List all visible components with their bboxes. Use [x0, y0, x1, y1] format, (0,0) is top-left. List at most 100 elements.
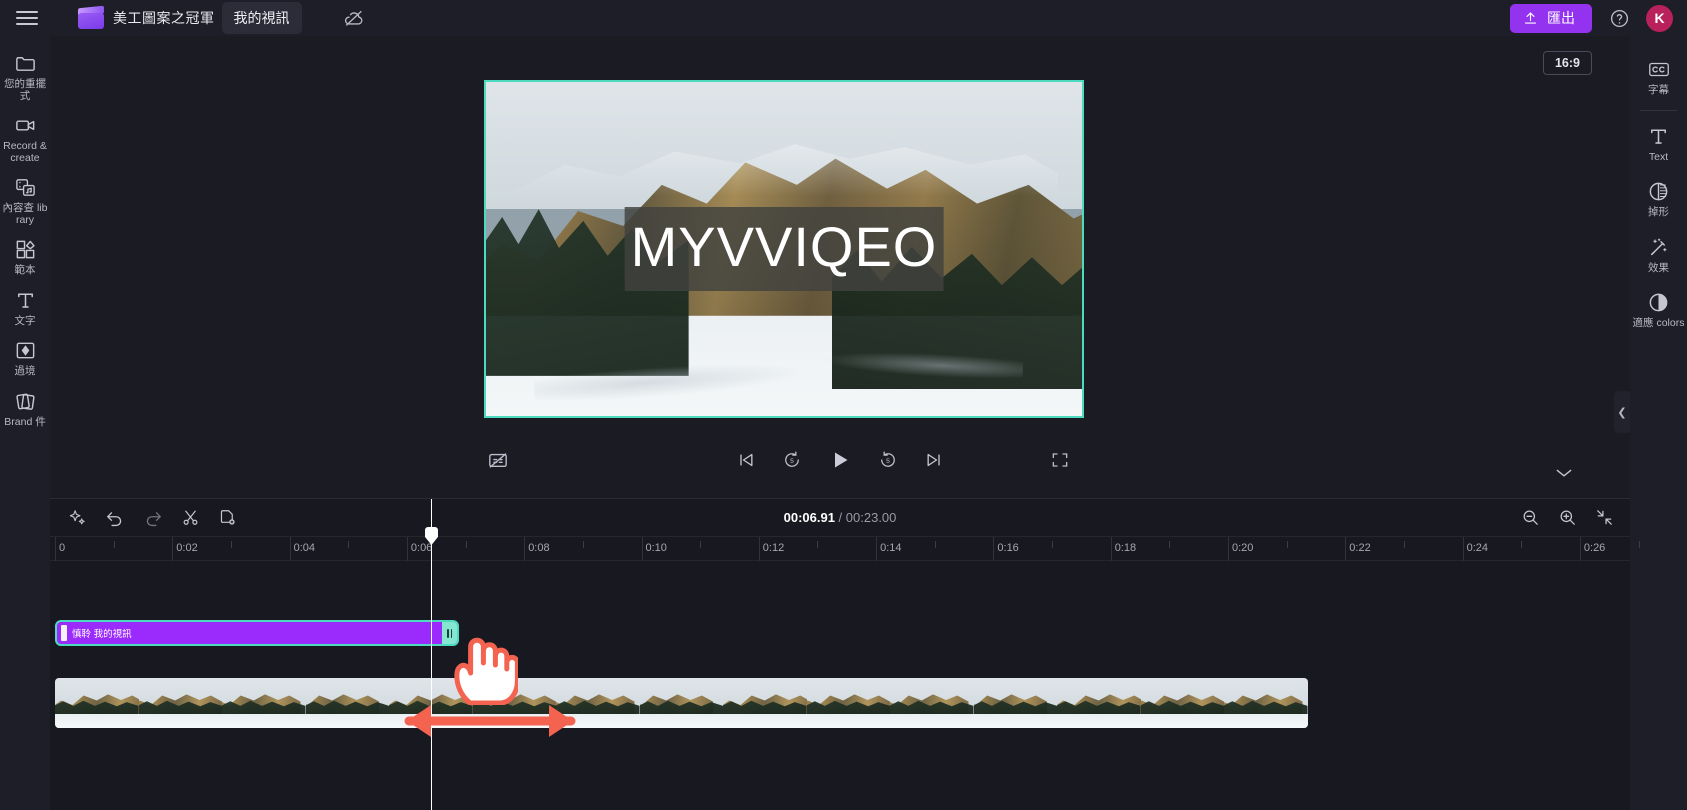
- sidebar-item-captions[interactable]: 字幕: [1630, 48, 1687, 104]
- timeline-playhead[interactable]: [425, 499, 438, 810]
- video-thumbnail: [305, 678, 389, 728]
- top-bar: 美工圖案之冠軍 我的視訊 匯出 K: [0, 0, 1687, 36]
- video-thumbnail: [222, 678, 306, 728]
- video-thumbnail: [55, 678, 139, 728]
- transitions-icon: [14, 338, 37, 363]
- text-clip-label: 慎聆 我的視訊: [72, 629, 132, 640]
- ruler-tick-label: 0:08: [528, 542, 550, 554]
- video-preview-frame[interactable]: MYVVIQEO: [484, 80, 1084, 418]
- timeline-tools: [50, 508, 237, 528]
- export-button-label: 匯出: [1547, 10, 1575, 26]
- double-headed-arrow: [385, 697, 595, 745]
- undo-icon[interactable]: [105, 508, 125, 528]
- sidebar-item-label: Text: [1648, 150, 1669, 163]
- video-thumbnail: [1057, 678, 1141, 728]
- hamburger-menu-icon[interactable]: [14, 9, 40, 27]
- sidebar-item-your-media[interactable]: 您的重擺式: [0, 44, 50, 106]
- sidebar-item-record-create[interactable]: Record & create: [0, 106, 50, 168]
- video-thumbnail: [890, 678, 974, 728]
- video-thumbnail: [1140, 678, 1224, 728]
- sidebar-item-label: Record & create: [3, 140, 47, 164]
- sidebar-item-label: 字幕: [1648, 84, 1669, 96]
- timeline-time-display: 00:06.91 / 00:23.00: [784, 510, 897, 525]
- chevron-left-icon[interactable]: ❮: [1614, 391, 1630, 433]
- sidebar-item-label: 掉形: [1648, 206, 1669, 218]
- folder-icon: [14, 51, 37, 76]
- sidebar-item-text[interactable]: Text: [1630, 115, 1687, 171]
- divider: [1640, 109, 1677, 111]
- top-bar-right-group: 匯出 K: [1510, 3, 1687, 33]
- video-thumbnail: [806, 678, 890, 728]
- video-camera-icon: [14, 113, 37, 138]
- cloud-off-icon[interactable]: [342, 6, 366, 30]
- total-time-label: 00:23.00: [845, 510, 897, 525]
- sidebar-item-label: 效果: [1648, 261, 1669, 274]
- sidebar-item-label: 文字: [14, 314, 36, 327]
- clipchamp-logo-icon[interactable]: [78, 5, 104, 29]
- project-title-input[interactable]: 我的視訊: [221, 2, 302, 34]
- playback-buttons: 5 5: [736, 448, 944, 472]
- video-thumbnail: [138, 678, 222, 728]
- timeline-video-clip[interactable]: [55, 678, 1308, 728]
- timeline-text-clip[interactable]: 慎聆 我的視訊: [55, 620, 459, 646]
- sidebar-item-label: 範本: [14, 264, 36, 276]
- brand-kit-icon: [14, 389, 37, 414]
- svg-text:5: 5: [886, 458, 890, 465]
- captions-off-icon[interactable]: [487, 450, 509, 470]
- help-circle-icon[interactable]: [1608, 7, 1630, 29]
- sidebar-item-label: 適應 colors: [1632, 317, 1685, 329]
- text-clip-marker: [61, 625, 67, 641]
- skip-to-end-icon[interactable]: [924, 450, 944, 470]
- timeline-ruler[interactable]: 0 0:02 0:04 0:06 0:08 0:10 0:12 0:14 0:16 0:18 0:2…: [50, 537, 1640, 561]
- ruler-tick-label: 0:20: [1232, 542, 1254, 554]
- ruler-tick-label: 0:10: [645, 542, 667, 554]
- sidebar-item-content-library[interactable]: 內容查 library: [0, 168, 50, 230]
- zoom-out-icon[interactable]: [1521, 508, 1540, 527]
- duplicate-icon[interactable]: [218, 508, 237, 527]
- closed-captions-icon: [1647, 57, 1671, 82]
- ruler-tick-label: 0:22: [1349, 542, 1371, 554]
- sidebar-item-effects[interactable]: 效果: [1630, 226, 1687, 282]
- preview-stage: 16:9 MYVVIQEO 5 5: [50, 36, 1630, 498]
- chevron-down-icon[interactable]: [1550, 462, 1578, 482]
- sidebar-item-text[interactable]: 文字: [0, 281, 50, 332]
- pointing-hand-cursor: [448, 625, 520, 706]
- current-time-label: 00:06.91: [783, 510, 835, 525]
- text-t-icon: [1647, 124, 1670, 149]
- scissors-split-icon[interactable]: [181, 508, 200, 527]
- video-thumbnail: [973, 678, 1057, 728]
- ruler-tick-label: 0:02: [176, 542, 198, 554]
- zoom-in-icon[interactable]: [1558, 508, 1577, 527]
- aspect-ratio-badge[interactable]: 16:9: [1542, 51, 1592, 75]
- sidebar-item-label: 過境: [14, 365, 36, 377]
- play-icon[interactable]: [828, 448, 852, 472]
- video-thumbnail: [723, 678, 807, 728]
- video-overlay-text[interactable]: MYVVIQEO: [624, 207, 944, 291]
- content-library-icon: [14, 175, 37, 200]
- skip-to-start-icon[interactable]: [736, 450, 756, 470]
- export-button[interactable]: 匯出: [1510, 3, 1592, 33]
- magic-sparkle-icon[interactable]: [68, 508, 87, 527]
- sidebar-item-templates[interactable]: 範本: [0, 230, 50, 281]
- ruler-tick-label: 0: [59, 542, 66, 554]
- forward-5s-icon[interactable]: 5: [878, 450, 898, 470]
- redo-icon[interactable]: [143, 508, 163, 528]
- timeline-tracks: 慎聆 我的視訊: [50, 561, 1630, 810]
- rewind-5s-icon[interactable]: 5: [782, 450, 802, 470]
- player-controls: 5 5: [50, 432, 1630, 488]
- timeline-zoom-controls: [1521, 508, 1614, 527]
- magic-wand-effects-icon: [1647, 235, 1670, 260]
- right-sidebar: 字幕 Text 掉形 效果 適應 colors ❮: [1614, 36, 1687, 810]
- sidebar-item-transitions[interactable]: 過境: [0, 331, 50, 382]
- ruler-tick-label: 0:24: [1466, 542, 1489, 554]
- ruler-tick-label: 0:12: [762, 542, 785, 554]
- ruler-tick-label: 0:26: [1583, 542, 1606, 554]
- sidebar-item-brand-kit[interactable]: Brand 件: [0, 382, 50, 433]
- sidebar-item-adjust-colors[interactable]: 適應 colors: [1630, 281, 1687, 337]
- sidebar-item-filters[interactable]: 掉形: [1630, 170, 1687, 226]
- timeline-panel: 00:06.91 / 00:23.00 0 0:02 0:04 0:06 0:0…: [50, 498, 1640, 810]
- fullscreen-icon[interactable]: [1050, 450, 1070, 470]
- fit-timeline-icon[interactable]: [1595, 508, 1614, 527]
- templates-grid-icon: [14, 237, 37, 262]
- avatar[interactable]: K: [1646, 4, 1673, 32]
